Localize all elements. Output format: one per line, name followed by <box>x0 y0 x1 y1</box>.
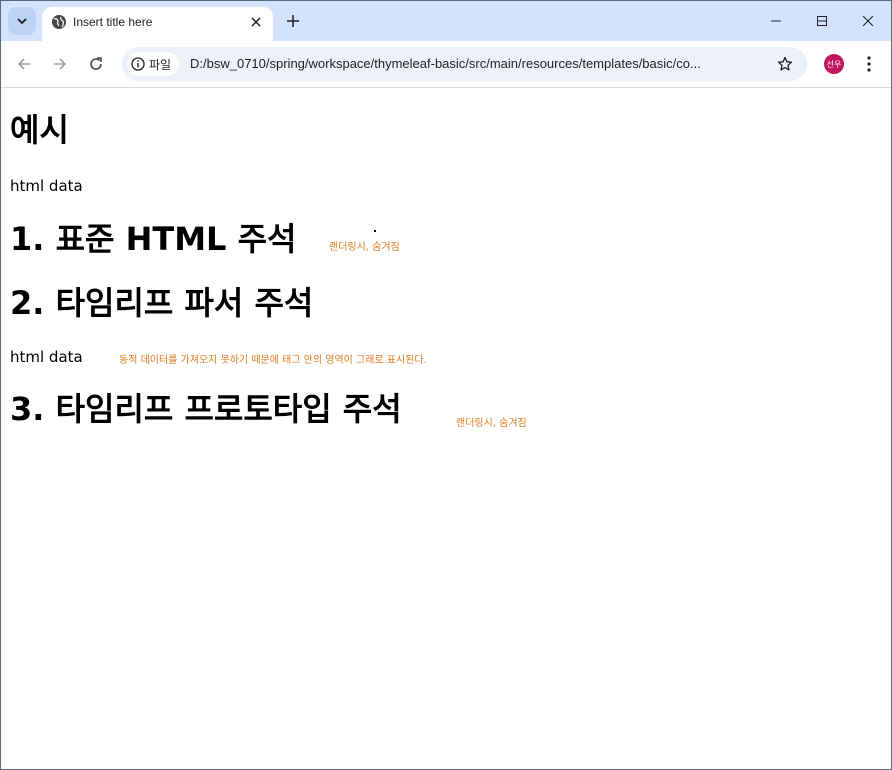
html-data-text-1: html data <box>10 177 83 195</box>
heading-standard-html-comment: 1. 표준 HTML 주석 <box>10 220 297 258</box>
heading-thymeleaf-parser-comment: 2. 타임리프 파서 주석 <box>10 284 314 322</box>
menu-button[interactable] <box>859 53 879 75</box>
arrow-left-icon <box>17 58 30 70</box>
new-tab-button[interactable] <box>282 10 304 32</box>
html-data-text-2: html data <box>10 348 83 366</box>
profile-avatar[interactable]: 선우 <box>824 54 844 74</box>
close-icon <box>251 17 261 27</box>
globe-icon <box>52 15 66 29</box>
reload-button[interactable] <box>84 52 108 76</box>
site-info-chip[interactable]: 파일 <box>127 52 180 76</box>
back-button[interactable] <box>12 52 36 76</box>
close-icon <box>862 15 874 27</box>
stray-dot <box>374 230 376 232</box>
star-icon <box>777 56 793 71</box>
url-text[interactable]: D:/bsw_0710/spring/workspace/thymeleaf-b… <box>190 56 701 71</box>
forward-button[interactable] <box>48 52 72 76</box>
minimize-icon <box>771 20 781 22</box>
close-window-button[interactable] <box>845 1 891 41</box>
minimize-button-area[interactable] <box>753 1 799 41</box>
tab-active[interactable]: Insert title here <box>42 7 273 41</box>
maximize-button[interactable] <box>799 1 845 41</box>
note-1: 랜더링시, 숨겨짐 <box>329 242 400 253</box>
plus-icon <box>287 15 299 27</box>
address-bar[interactable]: 파일 D:/bsw_0710/spring/workspace/thymelea… <box>122 47 807 81</box>
chevron-down-icon <box>17 18 27 25</box>
tab-title: Insert title here <box>73 15 153 29</box>
tab-search-button[interactable] <box>8 7 36 35</box>
info-icon <box>131 57 145 71</box>
heading-example: 예시 <box>10 111 69 149</box>
maximize-icon <box>817 16 827 26</box>
kebab-menu-icon <box>867 56 871 72</box>
arrow-right-icon <box>54 58 67 70</box>
note-3: 랜더링시, 숨겨짐 <box>456 418 527 429</box>
tab-close-button[interactable] <box>247 13 265 31</box>
browser-toolbar: 파일 D:/bsw_0710/spring/workspace/thymelea… <box>1 41 891 88</box>
heading-thymeleaf-prototype-comment: 3. 타임리프 프로토타입 주석 <box>10 390 402 428</box>
reload-icon <box>90 57 102 70</box>
note-2: 동적 데이터를 가져오지 못하기 때문에 태그 안의 영역이 그래로 표시된다. <box>119 355 427 366</box>
site-chip-label: 파일 <box>149 57 172 72</box>
page-content: 예시 html data 1. 표준 HTML 주석 랜더링시, 숨겨짐 2. … <box>1 88 891 769</box>
bookmark-button[interactable] <box>775 54 795 74</box>
browser-window: Insert title here 파일 D:/bsw_0710/spring/… <box>0 0 892 770</box>
